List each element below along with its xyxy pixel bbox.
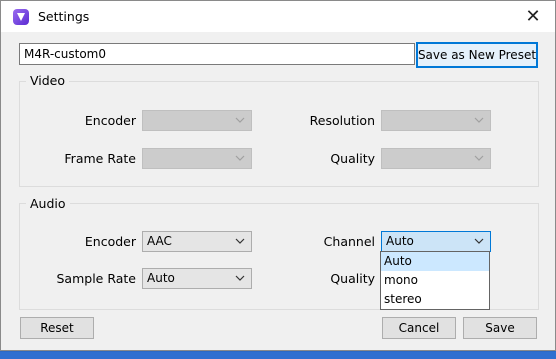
audio-encoder-label: Encoder — [84, 234, 136, 249]
cancel-button[interactable]: Cancel — [382, 317, 456, 339]
preset-name-input[interactable]: M4R-custom0 — [19, 43, 415, 65]
chevron-down-icon — [474, 238, 484, 244]
video-group-label: Video — [26, 73, 70, 88]
channel-option-stereo[interactable]: stereo — [381, 290, 489, 309]
video-encoder-label: Encoder — [84, 113, 136, 128]
chevron-down-icon — [235, 275, 245, 281]
video-group — [19, 81, 539, 187]
channel-option-auto[interactable]: Auto — [381, 252, 489, 271]
video-resolution-combo[interactable] — [381, 110, 491, 131]
settings-window: Settings ✕ M4R-custom0 Save as New Prese… — [0, 0, 556, 351]
chevron-down-icon — [474, 155, 484, 161]
chevron-down-icon — [235, 155, 245, 161]
title-bar: Settings ✕ — [1, 1, 555, 32]
save-button[interactable]: Save — [463, 317, 537, 339]
app-logo-icon — [13, 9, 29, 25]
audio-group-label: Audio — [26, 196, 70, 211]
channel-option-mono[interactable]: mono — [381, 271, 489, 290]
audio-sample-rate-combo[interactable]: Auto — [142, 268, 252, 289]
chevron-down-icon — [235, 238, 245, 244]
close-button[interactable]: ✕ — [511, 1, 555, 32]
video-quality-combo[interactable] — [381, 148, 491, 169]
save-as-new-preset-button[interactable]: Save as New Preset — [416, 42, 538, 68]
audio-encoder-combo[interactable]: AAC — [142, 231, 252, 252]
chevron-down-icon — [474, 117, 484, 123]
channel-dropdown-list: Auto mono stereo — [380, 251, 490, 310]
audio-channel-value: Auto — [386, 234, 414, 248]
reset-button[interactable]: Reset — [20, 317, 94, 339]
video-frame-rate-label: Frame Rate — [64, 151, 136, 166]
audio-sample-rate-value: Auto — [147, 271, 175, 285]
audio-quality-label: Quality — [330, 271, 375, 286]
video-frame-rate-combo[interactable] — [142, 148, 252, 169]
chevron-down-icon — [235, 117, 245, 123]
close-icon: ✕ — [525, 6, 541, 27]
video-resolution-label: Resolution — [309, 113, 375, 128]
video-quality-label: Quality — [330, 151, 375, 166]
audio-channel-label: Channel — [323, 234, 375, 249]
video-encoder-combo[interactable] — [142, 110, 252, 131]
audio-encoder-value: AAC — [147, 234, 172, 248]
audio-channel-combo[interactable]: Auto — [381, 231, 491, 252]
audio-sample-rate-label: Sample Rate — [56, 271, 136, 286]
window-title: Settings — [38, 9, 90, 24]
